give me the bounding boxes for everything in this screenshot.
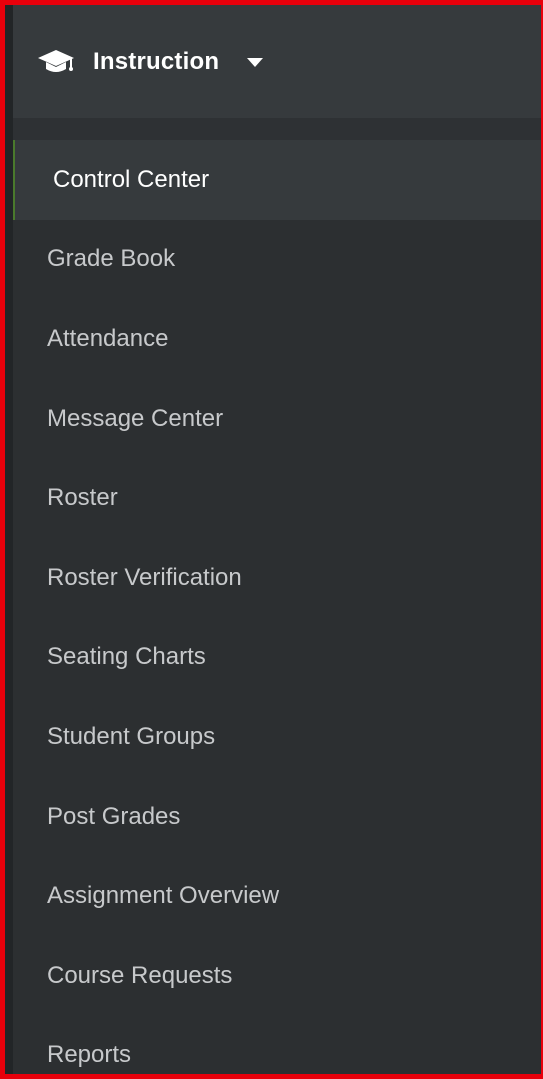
sidebar-item-label: Student Groups: [47, 722, 216, 750]
section-title: Instruction: [93, 47, 220, 75]
sidebar-item-label: Message Center: [47, 404, 224, 432]
sidebar-item-control-center[interactable]: Control Center: [13, 140, 541, 220]
sidebar-item-roster[interactable]: Roster: [13, 458, 541, 538]
sidebar-menu: Control Center Grade Book Attendance Mes…: [13, 140, 541, 1074]
sidebar-item-message-center[interactable]: Message Center: [13, 379, 541, 459]
sidebar-item-label: Roster: [47, 484, 118, 512]
sidebar-item-label: Seating Charts: [47, 643, 206, 671]
sidebar-item-assignment-overview[interactable]: Assignment Overview: [13, 856, 541, 936]
header-separator: [13, 118, 541, 140]
section-header[interactable]: Instruction: [13, 5, 541, 118]
sidebar-item-label: Control Center: [53, 165, 210, 193]
sidebar-item-attendance[interactable]: Attendance: [13, 299, 541, 379]
sidebar-item-roster-verification[interactable]: Roster Verification: [13, 538, 541, 618]
sidebar-item-student-groups[interactable]: Student Groups: [13, 697, 541, 777]
sidebar-item-reports[interactable]: Reports: [13, 1016, 541, 1074]
left-edge-strip: [5, 5, 13, 1074]
sidebar-item-label: Reports: [47, 1041, 132, 1069]
sidebar-item-grade-book[interactable]: Grade Book: [13, 220, 541, 300]
graduation-cap-icon: [38, 49, 74, 72]
caret-down-icon[interactable]: [247, 58, 264, 67]
sidebar-item-seating-charts[interactable]: Seating Charts: [13, 618, 541, 698]
sidebar-item-label: Course Requests: [47, 961, 233, 989]
sidebar-item-label: Assignment Overview: [47, 882, 280, 910]
sidebar-item-label: Attendance: [47, 324, 169, 352]
sidebar-item-label: Post Grades: [47, 802, 181, 830]
sidebar-item-label: Roster Verification: [47, 563, 242, 591]
sidebar-item-course-requests[interactable]: Course Requests: [13, 936, 541, 1016]
sidebar-item-label: Grade Book: [47, 245, 176, 273]
screenshot-frame: Instruction Control Center Grade Book At…: [0, 0, 543, 1079]
sidebar-item-post-grades[interactable]: Post Grades: [13, 777, 541, 857]
